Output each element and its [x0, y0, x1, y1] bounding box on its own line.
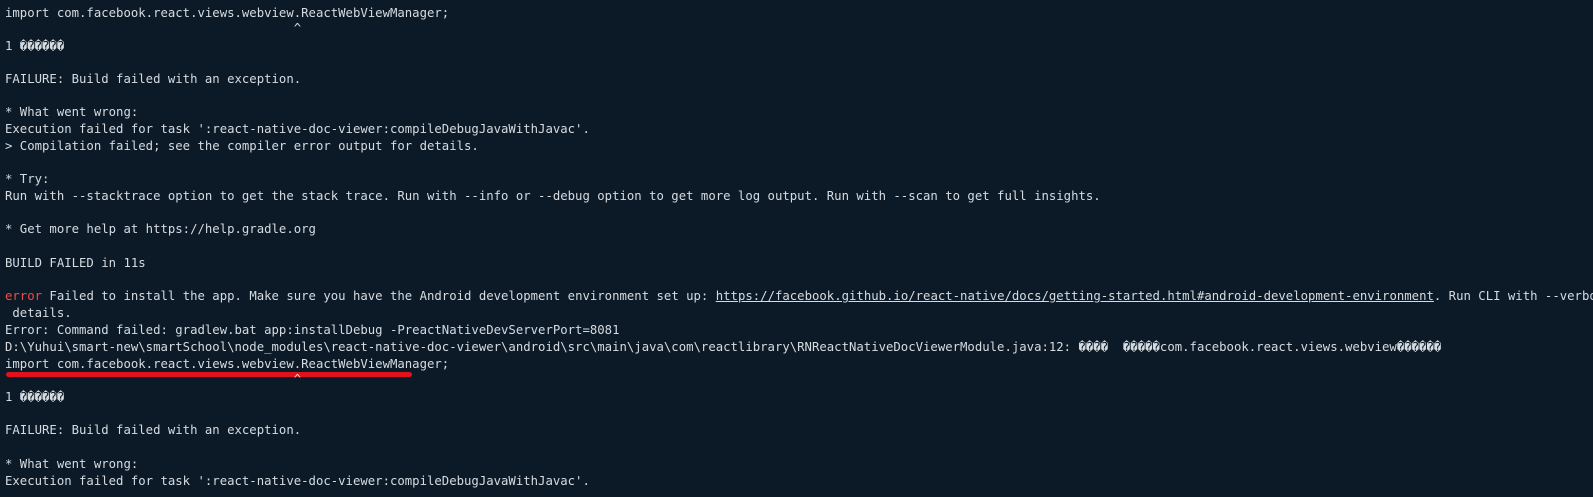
terminal-line: * Try:: [5, 172, 50, 186]
terminal-line: Execution failed for task ':react-native…: [5, 122, 590, 136]
terminal-line: Execution failed for task ':react-native…: [5, 474, 590, 488]
terminal-line-path: D:\Yuhui\smart-new\smartSchool\node_modu…: [5, 340, 1442, 354]
terminal-line: * Get more help at https://help.gradle.o…: [5, 222, 316, 236]
terminal-line: FAILURE: Build failed with an exception.: [5, 72, 302, 86]
error-message-tail: . Run CLI with --verbose flag for: [1433, 289, 1593, 303]
terminal-line-error: error Failed to install the app. Make su…: [5, 288, 1593, 305]
terminal-line: 1 ������: [5, 390, 65, 404]
terminal-line: * What went wrong:: [5, 105, 139, 119]
terminal-window[interactable]: import com.facebook.react.views.webview.…: [0, 0, 1593, 497]
terminal-line: 1 ������: [5, 39, 65, 53]
terminal-line: * What went wrong:: [5, 457, 139, 471]
error-label: error: [5, 289, 43, 303]
terminal-line: FAILURE: Build failed with an exception.: [5, 423, 302, 437]
terminal-line-caret: ^: [5, 372, 302, 386]
terminal-line: Error: Command failed: gradlew.bat app:i…: [5, 323, 620, 337]
error-message: Failed to install the app. Make sure you…: [42, 289, 716, 303]
terminal-line-caret: ^: [5, 21, 302, 35]
terminal-line: BUILD FAILED in 11s: [5, 256, 146, 270]
docs-link[interactable]: https://facebook.github.io/react-native/…: [716, 289, 1434, 303]
terminal-line: details.: [5, 306, 72, 320]
terminal-line: Run with --stacktrace option to get the …: [5, 189, 1101, 203]
terminal-line: > Compilation failed; see the compiler e…: [5, 139, 479, 153]
